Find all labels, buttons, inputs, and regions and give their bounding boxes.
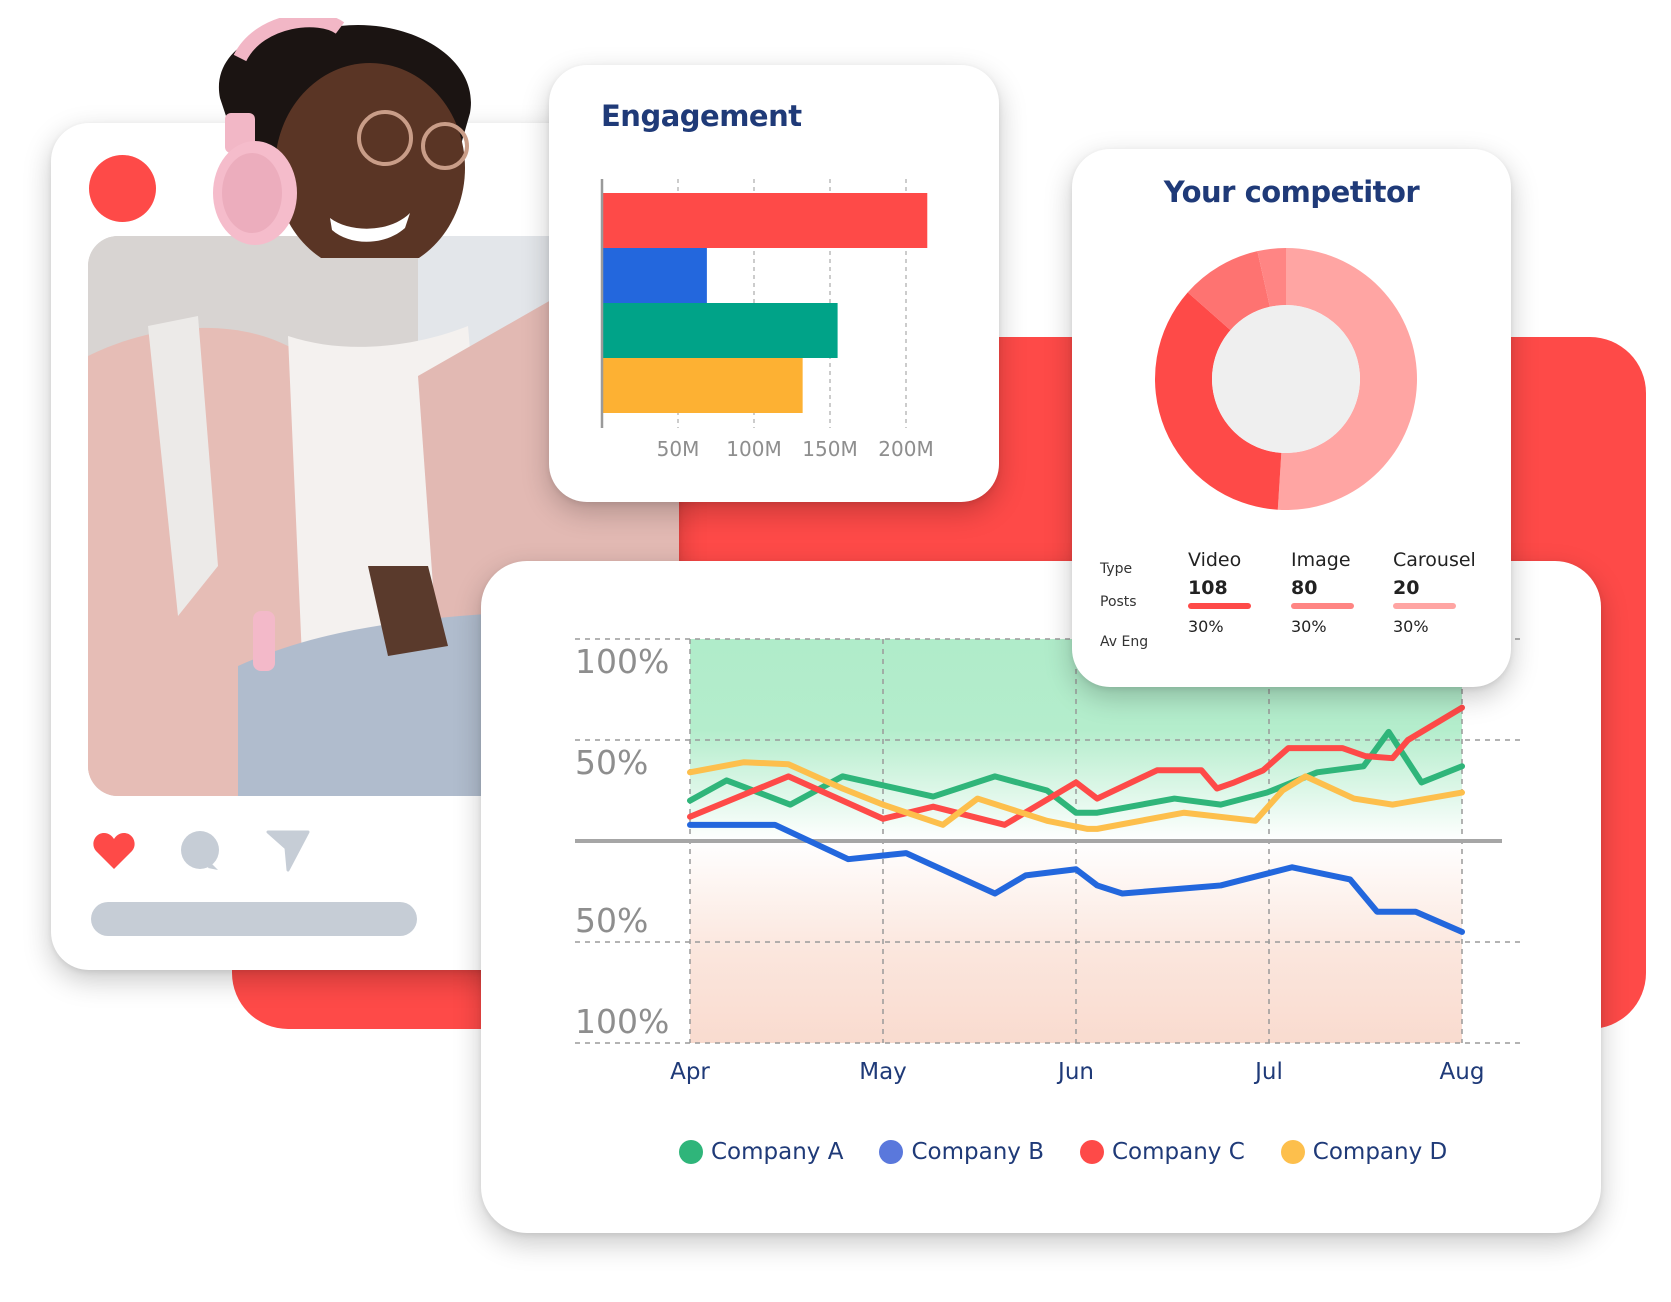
legend-item[interactable]: Company B bbox=[879, 1139, 1044, 1165]
legend-color-dot bbox=[1280, 1140, 1305, 1164]
person-head bbox=[213, 18, 471, 258]
row-label-av-eng: Av Eng bbox=[1100, 634, 1149, 650]
x-tick-label: 100M bbox=[726, 437, 781, 461]
type-label: Carousel bbox=[1393, 549, 1476, 571]
av-eng-value: 30% bbox=[1291, 617, 1327, 636]
share-icon[interactable] bbox=[266, 830, 310, 872]
legend-item[interactable]: Company A bbox=[679, 1139, 843, 1165]
type-label: Video bbox=[1188, 549, 1242, 571]
x-tick-label: Jul bbox=[1253, 1059, 1283, 1085]
bar bbox=[602, 358, 803, 413]
avatar[interactable] bbox=[89, 155, 156, 222]
posts-value: 108 bbox=[1188, 577, 1228, 599]
donut-hole bbox=[1212, 305, 1360, 453]
posts-bar bbox=[1393, 603, 1456, 609]
legend-color-dot bbox=[1079, 1140, 1104, 1164]
legend-label: Company D bbox=[1312, 1139, 1448, 1165]
legend-color-dot bbox=[879, 1140, 904, 1164]
bar bbox=[602, 248, 707, 303]
x-tick-label: 50M bbox=[657, 437, 700, 461]
legend-color-dot bbox=[679, 1140, 703, 1164]
post-actions bbox=[92, 830, 310, 872]
x-tick-label: 150M bbox=[802, 437, 857, 461]
posts-value: 20 bbox=[1393, 577, 1420, 599]
posts-bar bbox=[1188, 603, 1251, 609]
row-label-type: Type bbox=[1100, 561, 1133, 577]
stat-column-image: Image 80 30% bbox=[1291, 549, 1354, 636]
x-tick-label: May bbox=[859, 1059, 907, 1085]
av-eng-value: 30% bbox=[1188, 617, 1224, 636]
row-label-posts: Posts bbox=[1100, 594, 1137, 610]
y-tick-label: 100% bbox=[575, 642, 669, 681]
competitor-card: Your competitor Type Posts Av Eng Video … bbox=[1072, 149, 1511, 687]
av-eng-value: 30% bbox=[1393, 617, 1429, 636]
heart-icon[interactable] bbox=[92, 831, 136, 871]
x-tick-label: 200M bbox=[878, 437, 933, 461]
competitor-title: Your competitor bbox=[1163, 175, 1420, 209]
engagement-bar-chart: 50M 100M 150M 200M bbox=[600, 179, 934, 461]
bar bbox=[602, 193, 928, 248]
legend-label: Company B bbox=[911, 1139, 1044, 1165]
x-tick-label: Aug bbox=[1440, 1059, 1485, 1085]
posts-bar bbox=[1291, 603, 1354, 609]
chart-legend: Company A Company B Company C Company D bbox=[679, 1139, 1447, 1165]
y-tick-label: 50% bbox=[575, 901, 648, 940]
caption-placeholder-bar bbox=[91, 902, 417, 936]
engagement-card: Engagement 50M 100M 150M 200M bbox=[549, 65, 999, 502]
legend-item[interactable]: Company D bbox=[1280, 1139, 1448, 1165]
stat-column-video: Video 108 30% bbox=[1188, 549, 1251, 636]
competitor-donut-chart bbox=[1155, 248, 1417, 510]
legend-label: Company A bbox=[711, 1139, 844, 1165]
y-tick-label: 100% bbox=[575, 1002, 669, 1041]
bar bbox=[602, 303, 838, 358]
y-tick-label: 50% bbox=[575, 743, 648, 782]
x-tick-label: Apr bbox=[670, 1059, 710, 1085]
x-tick-label: Jun bbox=[1056, 1059, 1094, 1085]
legend-item[interactable]: Company C bbox=[1079, 1139, 1245, 1165]
posts-value: 80 bbox=[1291, 577, 1318, 599]
legend-label: Company C bbox=[1111, 1139, 1245, 1165]
stat-column-carousel: Carousel 20 30% bbox=[1393, 549, 1476, 636]
type-label: Image bbox=[1291, 549, 1351, 571]
comment-icon[interactable] bbox=[180, 830, 222, 872]
